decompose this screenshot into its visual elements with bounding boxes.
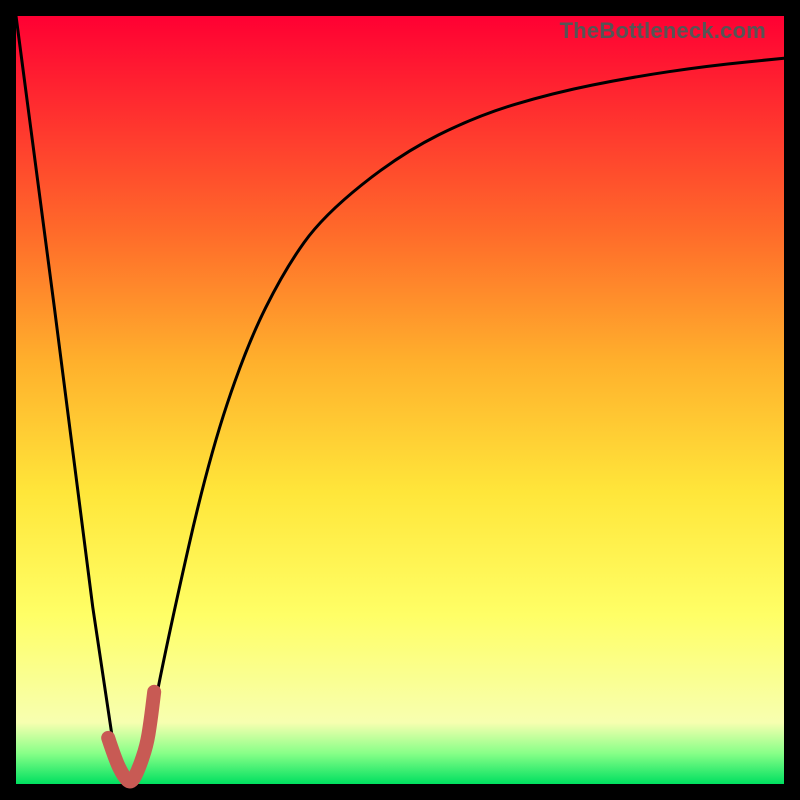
highlight-hook — [108, 692, 154, 782]
plot-area: TheBottleneck.com — [16, 16, 784, 784]
bottleneck-curve-right — [131, 58, 784, 784]
bottleneck-curve-left — [16, 16, 131, 784]
curves-layer — [16, 16, 784, 784]
chart-frame: TheBottleneck.com — [0, 0, 800, 800]
